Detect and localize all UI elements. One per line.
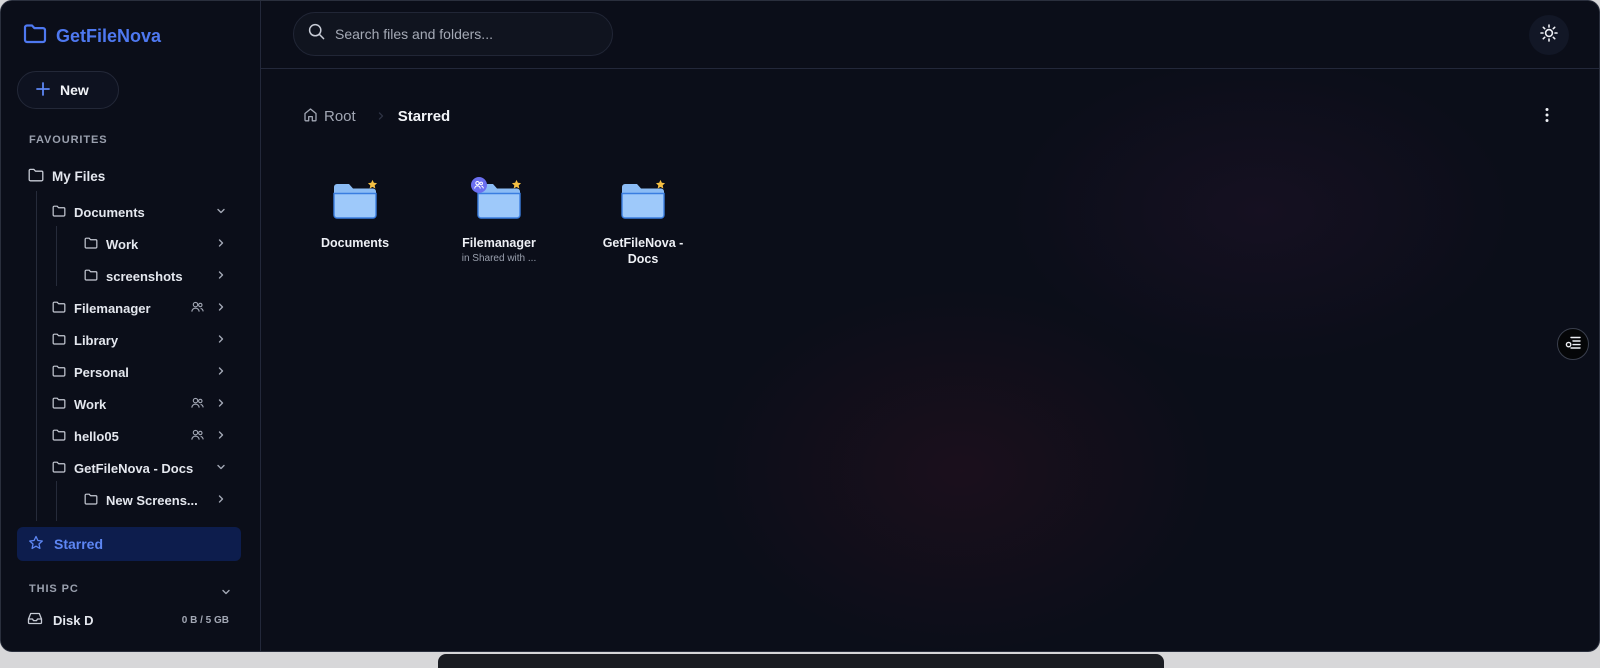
tree-guide bbox=[56, 481, 57, 521]
sidebar-item-work-sub[interactable]: Work bbox=[84, 229, 228, 259]
sidebar-item-label: hello05 bbox=[74, 428, 119, 444]
sidebar-item-starred[interactable]: Starred bbox=[17, 527, 241, 561]
home-icon bbox=[303, 107, 318, 126]
sidebar-item-work[interactable]: Work bbox=[52, 389, 228, 419]
chevron-right-icon[interactable] bbox=[214, 428, 228, 445]
brand[interactable]: GetFileNova bbox=[23, 23, 161, 50]
sidebar-item-label: New Screens... bbox=[106, 492, 198, 508]
folder-card-filemanager[interactable]: Filemanager in Shared with ... bbox=[444, 177, 554, 264]
star-badge-icon bbox=[511, 177, 522, 195]
sidebar-item-label: Filemanager bbox=[74, 300, 151, 316]
breadcrumb: Root Starred bbox=[303, 105, 450, 127]
breadcrumb-current: Starred bbox=[397, 107, 451, 125]
sidebar-item-new-screens[interactable]: New Screens... bbox=[84, 485, 228, 515]
new-button-label: New bbox=[60, 82, 89, 98]
sidebar-item-label: Personal bbox=[74, 364, 129, 380]
folder-name: GetFileNova - Docs bbox=[602, 236, 684, 266]
search-icon bbox=[308, 23, 325, 45]
sidebar-item-label: Starred bbox=[54, 536, 104, 552]
folder-thumbnail bbox=[331, 177, 379, 223]
sidebar-item-label: GetFileNova - Docs bbox=[74, 460, 194, 476]
sidebar-item-filemanager[interactable]: Filemanager bbox=[52, 293, 228, 323]
chevron-down-icon[interactable] bbox=[219, 585, 233, 604]
sidebar-item-my-files[interactable]: My Files bbox=[28, 161, 228, 191]
chevron-down-icon[interactable] bbox=[214, 460, 228, 477]
sidebar-item-hello05[interactable]: hello05 bbox=[52, 421, 228, 451]
breadcrumb-root-label: Root bbox=[324, 107, 356, 125]
folder-name: Documents bbox=[320, 236, 390, 250]
folder-icon bbox=[52, 205, 66, 220]
breadcrumb-root[interactable]: Root bbox=[303, 107, 356, 126]
favourites-label: FAVOURITES bbox=[29, 134, 108, 146]
search-input[interactable] bbox=[335, 26, 595, 42]
folder-icon bbox=[52, 397, 66, 412]
folder-card-getfilenova-docs[interactable]: GetFileNova - Docs bbox=[588, 177, 698, 267]
tree-guide bbox=[56, 226, 57, 286]
chevron-right-icon[interactable] bbox=[214, 492, 228, 509]
chevron-right-icon bbox=[376, 111, 386, 121]
folder-icon bbox=[52, 333, 66, 348]
shared-users-icon bbox=[191, 429, 204, 444]
shared-users-icon bbox=[471, 177, 487, 193]
star-badge-icon bbox=[367, 177, 378, 195]
sidebar: GetFileNova New FAVOURITES My Files Docu… bbox=[1, 1, 261, 651]
sidebar-item-documents[interactable]: Documents bbox=[52, 197, 228, 227]
panel-list-icon bbox=[1565, 335, 1581, 354]
details-panel-toggle[interactable] bbox=[1557, 328, 1589, 360]
folder-name: Filemanager bbox=[462, 236, 536, 250]
hard-drive-icon bbox=[27, 611, 43, 630]
sidebar-item-label: Work bbox=[74, 396, 107, 412]
folder-icon bbox=[52, 429, 66, 444]
sidebar-item-personal[interactable]: Personal bbox=[52, 357, 228, 387]
sun-icon bbox=[1540, 23, 1558, 47]
folder-logo-icon bbox=[23, 23, 47, 50]
more-options-button[interactable] bbox=[1535, 105, 1559, 129]
chevron-right-icon[interactable] bbox=[214, 332, 228, 349]
sidebar-item-label: Documents bbox=[74, 204, 145, 220]
sidebar-item-getfilenova-docs[interactable]: GetFileNova - Docs bbox=[52, 453, 228, 483]
sidebar-item-screenshots[interactable]: screenshots bbox=[84, 261, 228, 291]
chevron-right-icon[interactable] bbox=[214, 364, 228, 381]
theme-toggle-button[interactable] bbox=[1529, 15, 1569, 55]
tree-guide bbox=[36, 191, 37, 521]
disk-d-item[interactable]: Disk D 0 B / 5 GB bbox=[27, 609, 229, 631]
folder-icon bbox=[52, 301, 66, 316]
chevron-right-icon[interactable] bbox=[214, 396, 228, 413]
star-badge-icon bbox=[655, 177, 666, 195]
folder-icon bbox=[52, 365, 66, 380]
topbar bbox=[261, 1, 1599, 69]
chevron-right-icon[interactable] bbox=[214, 268, 228, 285]
taskbar-edge bbox=[438, 654, 1164, 668]
shared-users-icon bbox=[191, 301, 204, 316]
folder-location: in Shared with ... bbox=[461, 253, 537, 264]
disk-usage: 0 B / 5 GB bbox=[181, 614, 229, 626]
sidebar-item-library[interactable]: Library bbox=[52, 325, 228, 355]
star-icon bbox=[28, 535, 44, 554]
more-vertical-icon bbox=[1544, 107, 1550, 128]
sidebar-item-label: My Files bbox=[52, 168, 106, 184]
chevron-right-icon[interactable] bbox=[214, 236, 228, 253]
shared-users-icon bbox=[191, 397, 204, 412]
sidebar-item-label: Library bbox=[74, 332, 119, 348]
folder-icon bbox=[52, 461, 66, 476]
app-window: GetFileNova New FAVOURITES My Files Docu… bbox=[0, 0, 1600, 652]
search-bar[interactable] bbox=[293, 12, 613, 56]
disk-label: Disk D bbox=[53, 612, 94, 628]
folder-card-documents[interactable]: Documents bbox=[300, 177, 410, 251]
folder-thumbnail bbox=[471, 177, 523, 223]
folder-thumbnail bbox=[619, 177, 667, 223]
chevron-down-icon[interactable] bbox=[214, 204, 228, 221]
new-button[interactable]: New bbox=[17, 71, 119, 109]
plus-icon bbox=[36, 81, 50, 99]
brand-name: GetFileNova bbox=[56, 26, 162, 46]
chevron-right-icon[interactable] bbox=[214, 300, 228, 317]
folder-icon bbox=[84, 237, 98, 252]
folder-icon bbox=[28, 168, 44, 185]
folder-icon bbox=[84, 269, 98, 284]
sidebar-item-label: screenshots bbox=[106, 268, 183, 284]
sidebar-item-label: Work bbox=[106, 236, 139, 252]
this-pc-label: THIS PC bbox=[29, 583, 79, 595]
folder-icon bbox=[84, 493, 98, 508]
